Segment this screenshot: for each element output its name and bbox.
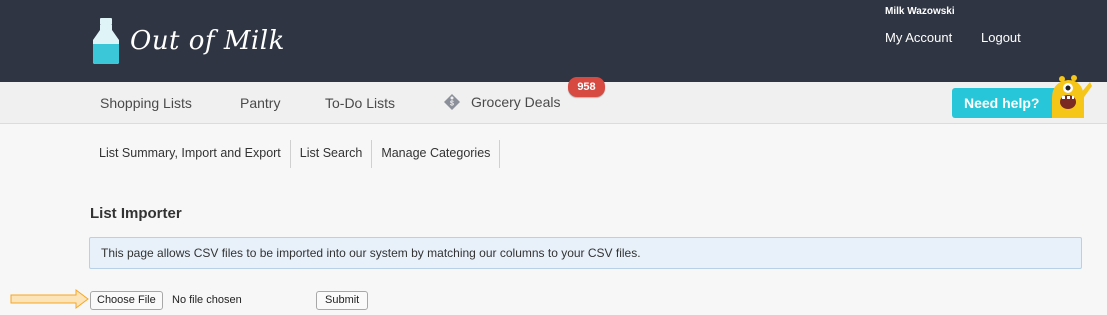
top-header: Out of Milk Milk Wazowski My Account Log…	[0, 0, 1107, 82]
my-account-link[interactable]: My Account	[885, 30, 952, 45]
nav-shopping-lists[interactable]: Shopping Lists	[100, 95, 192, 111]
page-title: List Importer	[90, 205, 182, 222]
sub-nav: List Summary, Import and Export List Sea…	[90, 140, 501, 168]
file-status: No file chosen	[172, 294, 242, 306]
info-alert: This page allows CSV files to be importe…	[89, 237, 1082, 269]
svg-text:$: $	[450, 101, 454, 108]
nav-grocery-deals-label: Grocery Deals	[471, 94, 561, 110]
need-help-label: Need help?	[964, 95, 1040, 111]
subnav-list-search[interactable]: List Search	[291, 140, 373, 168]
subnav-list-summary[interactable]: List Summary, Import and Export	[90, 140, 291, 168]
logout-link[interactable]: Logout	[981, 30, 1021, 45]
subnav-manage-categories[interactable]: Manage Categories	[372, 140, 501, 168]
tag-icon: $	[444, 94, 460, 110]
milk-bottle-icon	[93, 18, 119, 64]
mascot-icon	[1052, 75, 1092, 118]
logo-text: Out of Milk	[130, 26, 285, 56]
deals-count-badge: 958	[568, 77, 605, 97]
info-text: This page allows CSV files to be importe…	[101, 246, 641, 260]
submit-button[interactable]: Submit	[316, 291, 369, 310]
nav-grocery-deals[interactable]: $ Grocery Deals	[443, 93, 560, 111]
main-nav: Shopping Lists Pantry To-Do Lists $ Groc…	[0, 82, 1107, 124]
arrow-right-icon	[10, 289, 89, 309]
user-name: Milk Wazowski	[885, 6, 955, 17]
nav-todo-lists[interactable]: To-Do Lists	[325, 95, 395, 111]
nav-pantry[interactable]: Pantry	[240, 95, 280, 111]
logo[interactable]: Out of Milk	[92, 18, 285, 64]
choose-file-button[interactable]: Choose File	[90, 291, 163, 310]
